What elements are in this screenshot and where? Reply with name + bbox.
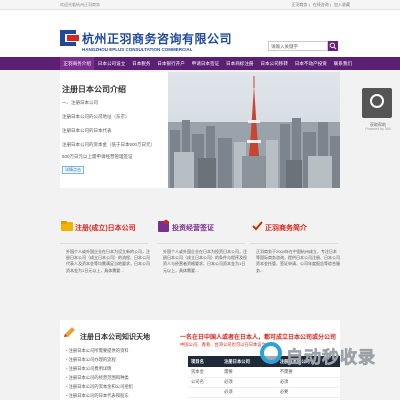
nav-item[interactable]: 联系我们: [330, 57, 355, 70]
nav-item[interactable]: 日本税务: [129, 57, 154, 70]
table-cell: 公司名: [188, 377, 222, 388]
nav-item[interactable]: 日本银行开户: [154, 57, 188, 70]
table-cell: 必须: [276, 377, 340, 388]
checkmark-icon: [251, 220, 263, 232]
puzzle-icon: [158, 219, 169, 232]
column-visa: 投资经营签证 外国个人或外国企业在日本为投资日本公司，注册日本公司（成立日本公司…: [157, 219, 249, 331]
column-title: 注册(成立)日本公司: [75, 225, 136, 232]
watermark: 自动秒收录: [260, 340, 392, 372]
city-skyline-image: [168, 72, 340, 188]
column-text: 外国个人或外国企业在日本为投资日本公司，注册日本公司（成立日本公司）的条件与程序…: [163, 249, 247, 273]
column-register-company: 注册(成立)日本公司 外国个人或外国企业在日本为设立新的公司，注册日本公司（成立…: [60, 219, 152, 331]
nav-item[interactable]: 正羽商务介绍: [60, 57, 95, 70]
hero-section: 注册日本公司介绍 一、注册日本公司 注册日本公司的公司地址（东京） 注册日本公司…: [60, 72, 340, 188]
hero-line: 注册日本公司的公司地址（东京）: [62, 114, 130, 119]
watermark-logo-icon: [260, 342, 282, 364]
welcome-text: 欢迎光临杭州正羽商务: [60, 2, 100, 7]
watermark-text: 自动秒收录: [286, 348, 376, 368]
top-link-consult[interactable]: 在线咨询: [313, 2, 329, 7]
knowledge-title: 注册日本公司知识天地: [80, 334, 150, 341]
site-header: 杭州正羽商务咨询有限公司 HANGZHOU EPLUS CONSULTATION…: [0, 10, 400, 57]
hero-line: 500万日元以上需申请经营管理签证: [62, 154, 133, 159]
top-bar: 欢迎光临杭州正羽商务 正羽商务 | 在线咨询 | 加入收藏: [0, 0, 400, 10]
help-widget-sub: Powered by 360: [365, 127, 391, 131]
hero-line: 注册日本公司的日本代表: [62, 128, 112, 133]
knowledge-item[interactable]: 注册日本公司费用详情: [66, 366, 112, 372]
nav-item[interactable]: 日本商标注册: [223, 57, 257, 70]
knowledge-item[interactable]: 注册日本公司所需要提供的资料: [66, 348, 129, 354]
search-button[interactable]: [328, 41, 338, 51]
knowledge-item[interactable]: 注册日本公司的资本金和公司组织: [66, 384, 133, 390]
hero-title: 注册日本公司介绍: [62, 85, 126, 94]
nav-item[interactable]: 日本公司移转: [257, 57, 291, 70]
details-button[interactable]: 详情点击: [62, 166, 84, 174]
search-input[interactable]: 请输入关键字: [268, 41, 328, 51]
knowledge-item[interactable]: 注册日本公司的日本代表和股东: [66, 393, 129, 399]
column-about: 正羽商务简介 正羽商务于2004年在中国杭州成立，专注日本等国际商务咨询，提供日…: [250, 219, 342, 331]
chat-icon: [370, 94, 384, 108]
folder-icon: [61, 221, 73, 231]
hero-line: 注册日本公司的资本金（低于日本500万日元）: [62, 142, 156, 147]
table-cell: 必要: [276, 387, 340, 398]
table-cell: 必须: [221, 377, 277, 388]
column-text: 外国个人或外国企业在日本为设立新的公司，注册日本公司（成立日本公司）的流程、日本…: [66, 249, 150, 273]
table-header: 项目名: [188, 356, 222, 367]
top-links: 正羽商务 | 在线咨询 | 加入收藏: [291, 2, 350, 7]
knowledge-item[interactable]: 注册日本公司的经营范围和种类: [66, 375, 129, 381]
hero-line: 一、注册日本公司: [62, 100, 98, 105]
table-cell: 资本金: [188, 367, 222, 378]
column-text: 正羽商务于2004年在中国杭州成立，专注日本等国际商务咨询，提供日本公司注册、日…: [256, 249, 340, 273]
table-row: 必须 必要: [188, 387, 340, 398]
pencil-icon: [64, 327, 75, 337]
brand-name-cn: 杭州正羽商务咨询有限公司: [82, 32, 233, 46]
column-title: 正羽商务简介: [265, 225, 307, 232]
table-cell: 必须: [221, 387, 277, 398]
brand-name-en: HANGZHOU EPLUS CONSULTATION COMMERCIAL: [82, 47, 193, 52]
promo-subtitle: 中国公司、香港、台湾公司也可以在日本设立: [180, 342, 266, 347]
table-row: 公司名 必须 必须: [188, 377, 340, 388]
help-widget-button[interactable]: [362, 88, 392, 118]
table-cell: [188, 387, 222, 398]
nav-item[interactable]: 日本不动产投资: [291, 57, 330, 70]
top-link-home[interactable]: 正羽商务: [291, 2, 307, 7]
main-nav: 正羽商务介绍 日本公司设立 日本税务 日本银行开户 申请日本签证 日本商标注册 日本公司移转…: [0, 57, 400, 70]
company-logo[interactable]: [60, 30, 80, 46]
nav-item[interactable]: 日本公司设立: [94, 57, 128, 70]
knowledge-item[interactable]: 注册日本公司办理的流程: [66, 357, 116, 363]
nav-item[interactable]: 申请日本签证: [188, 57, 222, 70]
column-title: 投资经营签证: [172, 225, 214, 232]
top-link-bookmark[interactable]: 加入收藏: [334, 2, 350, 7]
search-icon: [329, 42, 337, 50]
